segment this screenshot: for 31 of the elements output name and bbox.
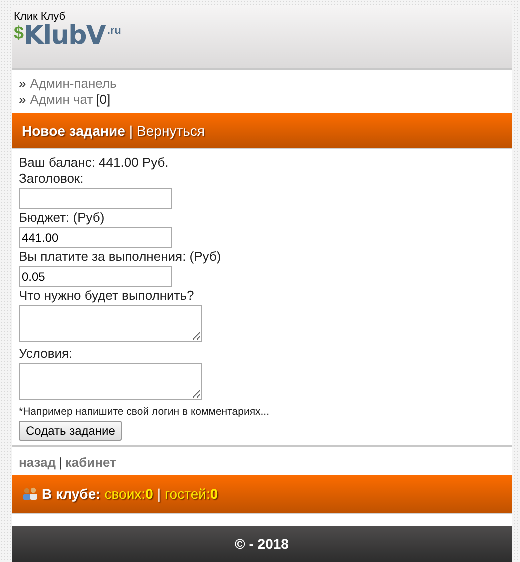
field-label: Что нужно будет выполнить? bbox=[19, 288, 194, 304]
users-icon bbox=[22, 487, 38, 501]
input-field[interactable]: 441.00 bbox=[19, 227, 172, 248]
back-link[interactable]: Вернуться bbox=[137, 122, 205, 138]
text-area[interactable] bbox=[19, 363, 202, 400]
field-label: Вы платите за выполнения: (Руб) bbox=[19, 249, 222, 265]
input-field[interactable] bbox=[19, 188, 172, 209]
nav-link[interactable]: кабинет bbox=[65, 455, 116, 470]
bullet-icon: » bbox=[19, 76, 26, 92]
club-label: В клубе: bbox=[42, 486, 101, 502]
field-label: Заголовок: bbox=[19, 171, 84, 187]
page-title: Новое задание bbox=[22, 122, 126, 138]
input-field[interactable]: 0.05 bbox=[19, 266, 172, 287]
copyright-text: © - 2018 bbox=[235, 536, 289, 552]
field-label: Условия: bbox=[19, 346, 73, 362]
separator: | bbox=[129, 122, 134, 138]
submit-button[interactable]: Содать задание bbox=[19, 421, 122, 441]
balance-text: Ваш баланс: 441.00 Руб. bbox=[19, 155, 169, 171]
members-count[interactable]: своих:0 bbox=[104, 486, 154, 502]
separator: | bbox=[157, 486, 161, 502]
guests-count[interactable]: гостей:0 bbox=[165, 486, 218, 502]
bullet-icon: » bbox=[19, 92, 26, 108]
nav-link[interactable]: назад bbox=[19, 455, 56, 470]
field-label: Бюджет: (Руб) bbox=[19, 210, 105, 226]
hint-text: *Например напишите свой логин в комментариях... bbox=[19, 406, 270, 418]
site-name: Клик Клуб bbox=[14, 11, 66, 23]
admin-link[interactable]: Админ чат bbox=[30, 92, 94, 108]
chat-count: [0] bbox=[96, 92, 111, 108]
text-area[interactable] bbox=[19, 305, 202, 342]
admin-link[interactable]: Админ-панель bbox=[30, 76, 117, 92]
separator: | bbox=[59, 455, 62, 470]
